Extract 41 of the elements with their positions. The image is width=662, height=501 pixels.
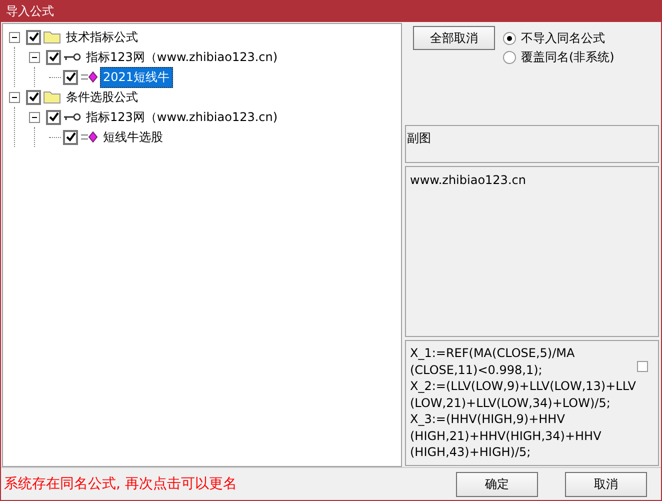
key-icon — [63, 112, 81, 122]
tree-item[interactable]: 短线牛选股 — [100, 126, 166, 148]
formula-icon — [80, 71, 98, 83]
chart-type-label: 副图 — [407, 131, 431, 145]
folder-icon — [43, 30, 61, 44]
tree-item[interactable]: 指标123网（www.zhibiao123.cn) — [83, 106, 281, 128]
checkbox[interactable] — [46, 50, 61, 64]
checkbox[interactable] — [63, 130, 78, 144]
formula-icon — [80, 131, 98, 143]
radio-button[interactable] — [503, 32, 516, 45]
checkbox[interactable] — [637, 361, 648, 372]
tree-item[interactable]: 条件选股公式 — [63, 86, 141, 108]
window-title: 导入公式 — [1, 1, 661, 22]
collapse-toggle[interactable] — [9, 92, 20, 102]
radio-label[interactable]: 不导入同名公式 — [521, 30, 605, 47]
tree-item[interactable]: 技术指标公式 — [63, 26, 141, 48]
formula-line: (HIGH,43)+HIGH)/5; — [410, 444, 532, 460]
checkbox[interactable] — [26, 30, 41, 44]
checkbox[interactable] — [46, 110, 61, 124]
description-text: www.zhibiao123.cn — [410, 173, 526, 187]
formula-line: (LOW,21)+LLV(LOW,34)+LOW)/5; — [410, 394, 612, 411]
checkbox[interactable] — [63, 70, 78, 84]
cancel-all-button[interactable]: 全部取消 — [413, 26, 495, 50]
checkbox[interactable] — [26, 90, 41, 104]
key-icon — [63, 52, 81, 62]
dialog-button[interactable]: 确定 — [456, 472, 538, 496]
formula-line: (HIGH,21)+HHV(HIGH,34)+HHV — [410, 428, 602, 444]
formula-line: X_3:=(HHV(HIGH,9)+HHV — [410, 411, 566, 428]
formula-line: X_2:=(LLV(LOW,9)+LLV(LOW,13)+LLV — [410, 378, 637, 394]
formula-line: X_1:=REF(MA(CLOSE,5)/MA — [410, 345, 576, 362]
tree-item[interactable]: 2021短线牛 — [100, 66, 173, 88]
radio-button[interactable] — [503, 51, 516, 64]
collapse-toggle[interactable] — [29, 112, 40, 122]
tree-item[interactable]: 指标123网（www.zhibiao123.cn) — [83, 46, 281, 68]
status-message: 系统存在同名公式, 再次点击可以更名 — [4, 475, 237, 493]
radio-label[interactable]: 覆盖同名(非系统) — [521, 49, 614, 66]
formula-line: (CLOSE,11)<0.998,1); — [410, 362, 544, 378]
folder-icon — [43, 90, 61, 104]
collapse-toggle[interactable] — [29, 52, 40, 62]
dialog-button[interactable]: 取消 — [565, 472, 647, 496]
collapse-toggle[interactable] — [9, 32, 20, 42]
